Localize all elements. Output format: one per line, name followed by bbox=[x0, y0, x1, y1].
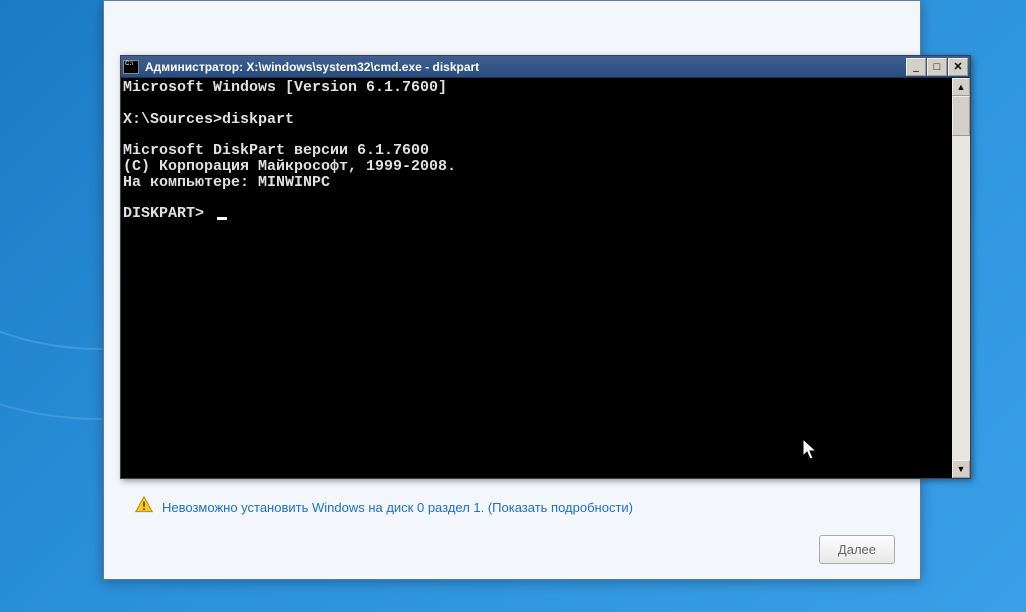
cmd-icon bbox=[123, 60, 139, 74]
scroll-down-button[interactable]: ▼ bbox=[952, 460, 970, 478]
warning-row[interactable]: Невозможно установить Windows на диск 0 … bbox=[124, 491, 900, 524]
cmd-window-controls: _ □ ✕ bbox=[905, 58, 968, 76]
cmd-window: Администратор: X:\windows\system32\cmd.e… bbox=[120, 55, 971, 479]
cmd-title: Администратор: X:\windows\system32\cmd.e… bbox=[145, 60, 905, 74]
scroll-thumb[interactable] bbox=[952, 96, 970, 136]
scrollbar[interactable]: ▲ ▼ bbox=[952, 78, 970, 478]
warning-icon bbox=[134, 495, 154, 520]
scroll-track[interactable] bbox=[952, 96, 970, 460]
cmd-titlebar[interactable]: Администратор: X:\windows\system32\cmd.e… bbox=[121, 56, 970, 78]
next-button[interactable]: Далее bbox=[819, 535, 895, 564]
installer-footer: Далее bbox=[819, 535, 895, 564]
maximize-button[interactable]: □ bbox=[927, 58, 947, 76]
scroll-up-button[interactable]: ▲ bbox=[952, 78, 970, 96]
warning-text[interactable]: Невозможно установить Windows на диск 0 … bbox=[162, 500, 633, 515]
close-button[interactable]: ✕ bbox=[948, 58, 968, 76]
cmd-output[interactable]: Microsoft Windows [Version 6.1.7600] X:\… bbox=[121, 78, 952, 478]
installer-content: Невозможно установить Windows на диск 0 … bbox=[124, 491, 900, 524]
cmd-body-wrap: Microsoft Windows [Version 6.1.7600] X:\… bbox=[121, 78, 970, 478]
text-cursor bbox=[217, 217, 227, 220]
minimize-button[interactable]: _ bbox=[906, 58, 926, 76]
